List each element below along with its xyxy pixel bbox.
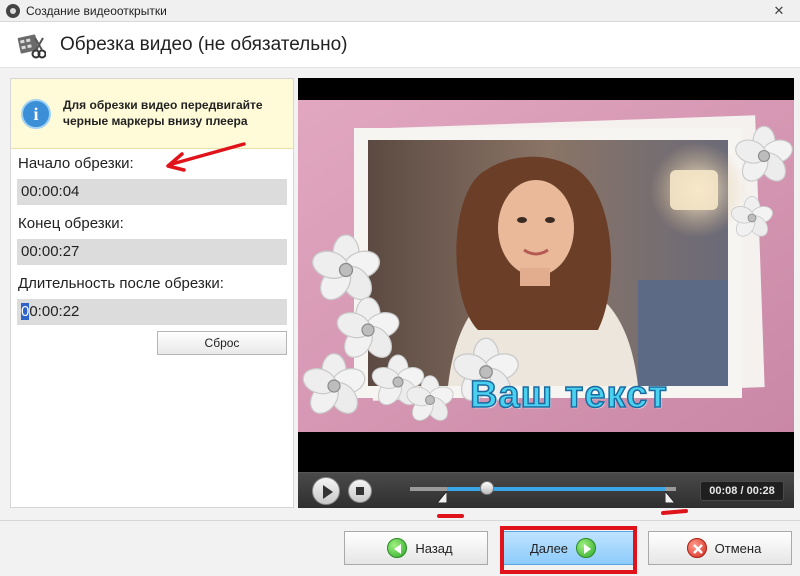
page-header: Обрезка видео (не обязательно) <box>0 22 800 68</box>
playhead-thumb[interactable] <box>480 481 495 495</box>
timecode-display: 00:08 / 00:28 <box>700 481 784 501</box>
duration-field[interactable]: 00:00:22 <box>17 299 287 325</box>
title-bar: Создание видеооткрытки ✕ <box>0 0 800 22</box>
window-title: Создание видеооткрытки <box>26 3 167 18</box>
trim-start-label: Начало обрезки: <box>18 155 134 172</box>
info-hint-text: Для обрезки видео передвигайте черные ма… <box>63 98 263 128</box>
info-icon: i <box>21 99 51 129</box>
info-hint-box: i Для обрезки видео передвигайте черные … <box>11 79 293 149</box>
close-window-button[interactable]: ✕ <box>766 2 792 20</box>
back-button-label: Назад <box>415 540 453 556</box>
duration-label: Длительность после обрезки: <box>18 275 224 292</box>
back-button[interactable]: Назад <box>344 531 488 565</box>
page-title: Обрезка видео (не обязательно) <box>60 33 348 55</box>
trim-start-marker[interactable] <box>437 491 448 503</box>
trim-start-field[interactable]: 00:00:04 <box>17 179 287 205</box>
cancel-x-icon <box>686 538 707 558</box>
arrow-right-icon <box>576 538 597 558</box>
next-button[interactable]: Далее <box>500 531 634 565</box>
content-area: i Для обрезки видео передвигайте черные … <box>0 68 800 520</box>
player-controls: 00:08 / 00:28 <box>298 472 794 508</box>
video-player: Ваш текст 00:08 / 00:28 <box>298 78 794 508</box>
next-button-label: Далее <box>529 540 569 556</box>
trim-end-marker[interactable] <box>665 491 676 503</box>
stop-button[interactable] <box>348 479 372 503</box>
arrow-left-icon <box>387 538 408 558</box>
video-card-wizard-window: Создание видеооткрытки ✕ Обрезка видео (… <box>0 0 800 576</box>
duration-value-rest: 0:00:22 <box>29 303 80 320</box>
play-button[interactable] <box>312 477 340 505</box>
video-overlay-text: Ваш текст <box>469 373 668 417</box>
trim-settings-panel: i Для обрезки видео передвигайте черные … <box>10 78 294 508</box>
cancel-button-label: Отмена <box>714 540 762 556</box>
trim-end-field[interactable]: 00:00:27 <box>17 239 287 265</box>
cancel-button[interactable]: Отмена <box>648 531 792 565</box>
film-scissors-icon <box>17 33 46 58</box>
app-reel-icon <box>6 3 20 18</box>
wizard-footer: Назад Далее Отмена <box>0 520 800 576</box>
reset-button[interactable]: Сброс <box>157 331 287 355</box>
trim-end-label: Конец обрезки: <box>18 215 124 232</box>
